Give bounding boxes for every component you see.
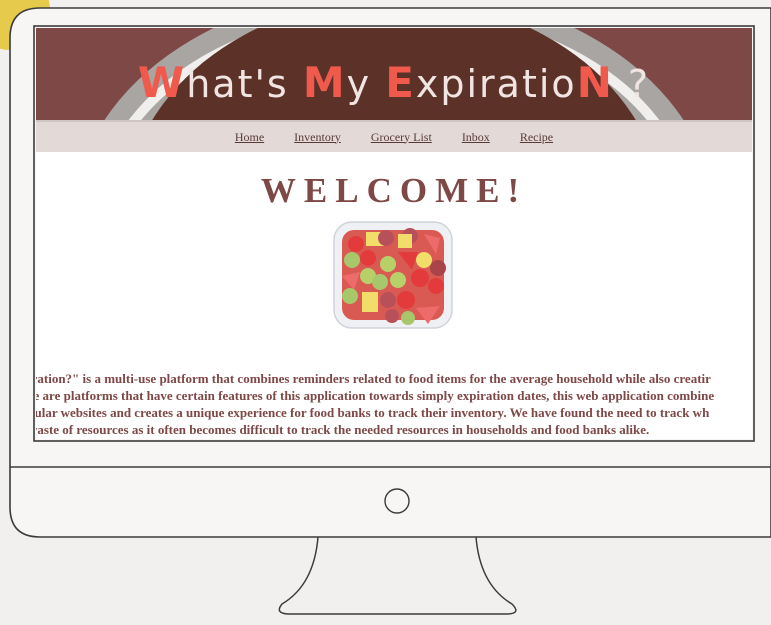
intro-line: iration?" is a multi-use platform that c… (36, 371, 711, 386)
intro-line: gular websites and creates a unique expe… (36, 405, 710, 420)
intro-line: re are platforms that have certain featu… (36, 388, 715, 403)
title-text: xpiratio (415, 62, 577, 106)
nav-home[interactable]: Home (235, 130, 264, 145)
fruit-bowl-image (333, 221, 453, 329)
browser-screen: What's My ExpiratioN ? Home Inventory Gr… (36, 28, 752, 439)
title-text: ? (613, 62, 651, 106)
nav-inventory[interactable]: Inventory (294, 130, 341, 145)
nav-grocery-list[interactable]: Grocery List (371, 130, 432, 145)
welcome-heading: WELCOME! (260, 171, 528, 210)
intro-line: waste of resources as it often becomes d… (36, 422, 650, 437)
nav-inbox[interactable]: Inbox (462, 130, 490, 145)
app-logo-title: What's My ExpiratioN ? (36, 58, 752, 107)
title-text: hat's (186, 62, 303, 106)
header-banner: What's My ExpiratioN ? (36, 28, 752, 120)
title-capital-letter: W (137, 58, 187, 107)
title-capital-letter: M (302, 58, 347, 107)
main-nav: Home Inventory Grocery List Inbox Recipe (36, 120, 752, 152)
intro-paragraph: iration?" is a multi-use platform that c… (36, 370, 752, 438)
title-capital-letter: E (385, 58, 416, 107)
nav-recipe[interactable]: Recipe (520, 130, 553, 145)
title-capital-letter: N (576, 58, 614, 107)
title-text: y (346, 62, 386, 106)
